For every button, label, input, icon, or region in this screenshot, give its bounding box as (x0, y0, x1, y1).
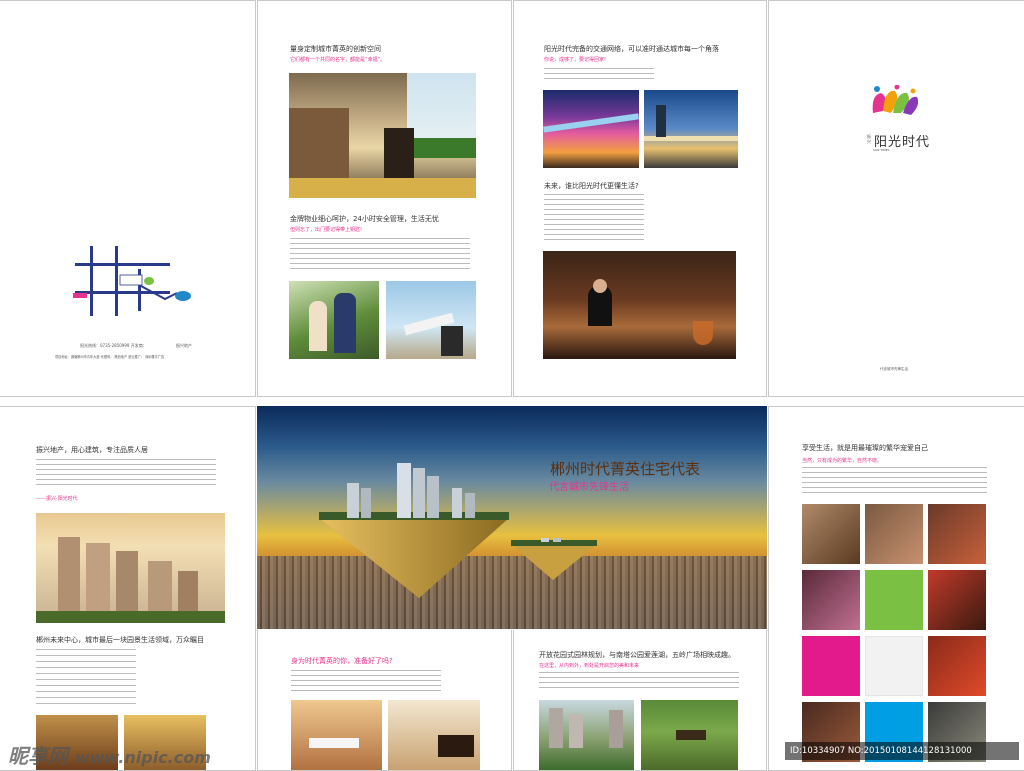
floating-tower-base (319, 512, 509, 598)
towers-photo (36, 513, 225, 623)
page-title: 开放花园式园林规划，与南塔公园爱莲湖，五岭广场相映成趣。 (539, 651, 735, 659)
tower-cluster (347, 463, 475, 518)
hero-headline: 郴州时代菁英住宅代表 (550, 460, 701, 478)
page-spaces: 量身定制城市菁英的创新空间 它们都有一个共同的名字，都能是“幸福”。 金牌物业细… (257, 0, 512, 397)
garden-photo-1 (539, 700, 634, 770)
play-photo (386, 281, 476, 359)
page-title: 身为时代菁英的你，准备好了吗? (291, 657, 393, 665)
page-developer: 振兴地产，用心建筑，专注品质人居 ——振兴·阳光时代 郴州未来中心，城市最后一块… (0, 406, 256, 771)
page-subtitle: 它们都有一个共同的名字，都能是“幸福”。 (290, 57, 386, 63)
page-title: 振兴地产，用心建筑，专注品质人居 (36, 446, 148, 454)
page-lifestyle: 享受生活，就是用最璀璨的繁华宠爱自己 当然，只有成为的繁华，自然不晓。 (768, 406, 1024, 771)
logo-en: SUN TIMES (873, 148, 890, 152)
slogan: ——振兴·阳光时代 (36, 496, 78, 502)
hero-spread: 郴州时代菁英住宅代表 代言城市先锋生活 (257, 406, 767, 629)
page-transport: 阳光时代完备的交通网络，可以准时通达城市每一个角落 你说，成够了，要记得回家! … (513, 0, 767, 397)
watermark-url: www.nipic.com (74, 748, 211, 767)
family-photo (289, 281, 379, 359)
hotline-text: 阳光热线：0735-2850999 开发商： (80, 343, 147, 348)
page-elite: 身为时代菁英的你，准备好了吗? (257, 630, 512, 771)
logo-prefix: 振兴 (867, 134, 871, 144)
page-map: 阳光热线：0735-2850999 开发商： 振兴地产 项目地址：湖南郴州市青年… (0, 0, 256, 397)
body-text (291, 670, 441, 692)
body-text (290, 238, 470, 270)
bridge-photo (644, 90, 738, 168)
lounge-photo (543, 251, 736, 359)
section-subtitle: 但则忘了，出门要记得带上钥匙! (290, 227, 363, 233)
watermark-logo-text: 昵享网 (8, 744, 68, 768)
grid-tile (928, 504, 986, 564)
grid-tile (802, 636, 860, 696)
lifestyle-grid (802, 504, 992, 770)
section-title: 金牌物业细心呵护，24小时安全管理，生活无忧 (290, 215, 439, 223)
grid-tile (928, 570, 986, 630)
piano-photo (388, 700, 480, 770)
grid-tile (802, 504, 860, 564)
cover-note: 代言城市先锋生活 (880, 367, 908, 371)
location-map (73, 246, 191, 316)
body-text (36, 459, 216, 489)
interior-photo (289, 73, 476, 198)
body-text (544, 68, 654, 82)
page-subtitle: 当然，只有成为的繁华，自然不晓。 (802, 458, 883, 464)
grid-tile (865, 636, 923, 696)
map-footer: 项目地址：湖南郴州市青年大道 代理商： 策划地产 营业推广： 深圳垂青广告 (55, 355, 165, 359)
page-garden: 开放花园式园林规划，与南塔公园爱莲湖，五岭广场相映成趣。 在这里，从内到外，到处… (513, 630, 767, 771)
body-text (544, 194, 644, 242)
page-subtitle: 你说，成够了，要记得回家! (544, 57, 607, 63)
section-title: 郴州未来中心，城市最后一块园景生活领域，万众瞩目 (36, 636, 204, 644)
page-subtitle: 在这里，从内到外，到处是开启您的美和未来 (539, 663, 640, 669)
page-title: 阳光时代完备的交通网络，可以准时通达城市每一个角落 (544, 45, 719, 53)
body-text (802, 467, 987, 493)
grid-tile (928, 636, 986, 696)
page-title: 享受生活，就是用最璀璨的繁华宠爱自己 (802, 444, 928, 452)
hero-subheadline: 代言城市先锋生活 (549, 482, 629, 493)
small-floating-base (511, 538, 597, 580)
body-text (539, 672, 739, 690)
garden-photo-2 (641, 700, 738, 770)
grid-tile (865, 504, 923, 564)
overpass-photo (543, 90, 639, 168)
watermark-logo: 昵享网 www.nipic.com (8, 740, 211, 769)
body-text (36, 649, 136, 705)
grid-tile (865, 570, 923, 630)
section-title: 未来，谁比阳光时代更懂生活? (544, 182, 639, 190)
developer-name: 振兴地产 (176, 343, 192, 348)
grid-tile (802, 570, 860, 630)
relax-photo (291, 700, 382, 770)
brand-logo-icon (872, 85, 919, 115)
page-cover: 振兴 阳光时代 SUN TIMES 代言城市先锋生活 (768, 0, 1024, 397)
page-title: 量身定制城市菁英的创新空间 (290, 45, 381, 53)
watermark-id: ID:10334907 NO:20150108144128131000 (785, 742, 1019, 760)
